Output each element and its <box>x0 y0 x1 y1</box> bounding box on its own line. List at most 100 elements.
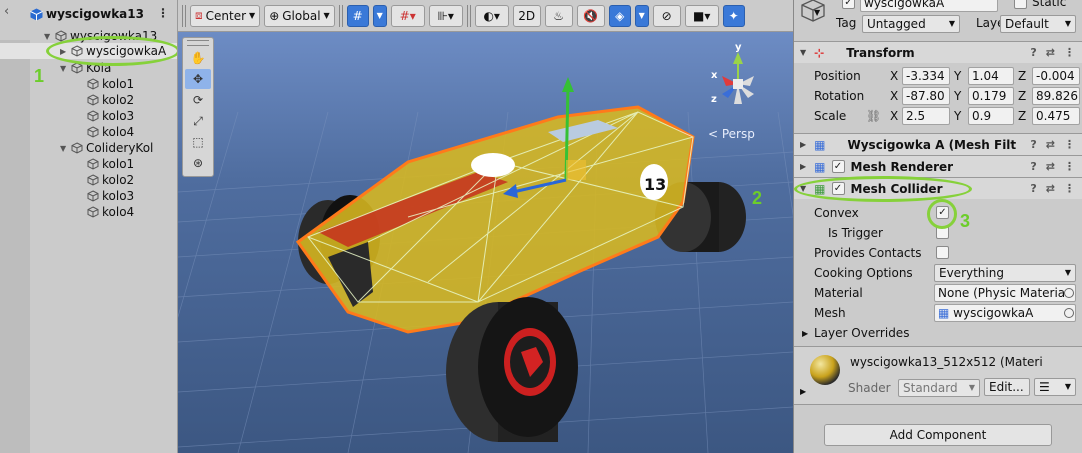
scale-z-field[interactable]: 0.475 <box>1032 107 1080 125</box>
scene-viewport[interactable]: 13 ✋ ✥ ⟳ ⤢ ⬚ ⊛ y x z < Persp <box>178 32 793 453</box>
presets-icon[interactable]: ⇄ <box>1046 46 1055 59</box>
rotation-y-field[interactable]: 0.179 <box>968 87 1014 105</box>
help-icon[interactable]: ? <box>1030 160 1036 173</box>
scene-view: ⧈ Center ▼ ⊕ Global ▼ # ▼ #▾ ⊪▾ ◐▾ 2D ♨ … <box>178 0 793 453</box>
kebab-menu-icon[interactable]: ⋮ <box>1064 46 1075 59</box>
audio-button[interactable]: 🔇 <box>576 4 605 27</box>
hierarchy-item[interactable]: ▼ ColideryKol <box>60 140 153 156</box>
provides-contacts-checkbox[interactable] <box>936 246 949 259</box>
draw-mode-button[interactable]: ◐▾ <box>474 4 509 27</box>
fold-arrow-icon[interactable]: ▶ <box>802 329 808 338</box>
scale-y-field[interactable]: 0.9 <box>968 107 1014 125</box>
expand-arrow-icon[interactable]: ▼ <box>44 32 52 41</box>
scale-x-field[interactable]: 2.5 <box>902 107 950 125</box>
transform-tool-button[interactable]: ⊛ <box>185 153 211 173</box>
mesh-filter-title: Wyscigowka A (Mesh Filt <box>847 137 1017 152</box>
kebab-menu-icon[interactable]: ⋮ <box>157 6 169 20</box>
static-checkbox[interactable] <box>1014 0 1027 9</box>
back-arrow-icon[interactable]: ‹ <box>4 4 9 19</box>
add-component-button[interactable]: Add Component <box>824 424 1052 446</box>
cube-icon <box>87 206 99 218</box>
expand-arrow-icon[interactable]: ▼ <box>60 144 68 153</box>
hand-tool-button[interactable]: ✋ <box>185 48 211 68</box>
move-tool-button[interactable]: ✥ <box>185 69 211 89</box>
fold-arrow-icon[interactable]: ▶ <box>800 387 806 396</box>
lighting-button[interactable]: ♨ <box>544 4 573 27</box>
object-picker-icon[interactable] <box>1064 288 1074 298</box>
help-icon[interactable]: ? <box>1030 46 1036 59</box>
visibility-button[interactable]: ⊘ <box>652 4 681 27</box>
expand-arrow-icon[interactable]: ▼ <box>60 64 68 73</box>
space-dropdown[interactable]: ⊕ Global ▼ <box>264 4 335 27</box>
hierarchy-item[interactable]: kolo3 <box>87 188 134 204</box>
convex-label: Convex <box>814 206 859 220</box>
link-icon[interactable]: ⛓ <box>866 109 881 123</box>
persp-label[interactable]: < Persp <box>708 127 755 141</box>
help-icon[interactable]: ? <box>1030 138 1036 151</box>
material-value: None (Physic Materia <box>938 286 1066 300</box>
object-name-field[interactable]: wyscigowkaA <box>860 0 998 12</box>
scene-root-row[interactable]: wyscigowka13 <box>30 4 144 24</box>
effects-button[interactable]: ◈ <box>608 4 631 27</box>
mesh-label: Mesh <box>814 306 846 320</box>
toggle-2d-button[interactable]: 2D <box>512 4 541 27</box>
scale-tool-button[interactable]: ⤢ <box>185 111 211 131</box>
presets-icon[interactable]: ⇄ <box>1046 160 1055 173</box>
transform-header[interactable]: ▼ ⊹ Transform ? ⇄ ⋮ <box>794 41 1082 63</box>
rect-tool-button[interactable]: ⬚ <box>185 132 211 152</box>
kebab-menu-icon[interactable]: ⋮ <box>1064 160 1075 173</box>
wheel-front-left <box>446 297 578 442</box>
grid-snap-dropdown[interactable]: ▼ <box>372 4 387 27</box>
ruler-snap-button[interactable]: ⊪▾ <box>428 4 463 27</box>
presets-icon[interactable]: ⇄ <box>1046 138 1055 151</box>
position-x-field[interactable]: -3.334 <box>902 67 950 85</box>
hierarchy-item[interactable]: kolo2 <box>87 92 134 108</box>
tag-dropdown[interactable]: Untagged ▼ <box>862 15 960 33</box>
mesh-filter-header[interactable]: ▶ ▦ Wyscigowka A (Mesh Filt ? ⇄ ⋮ <box>794 133 1082 155</box>
material-options-dropdown[interactable]: ☰ ▼ <box>1034 378 1076 396</box>
kebab-menu-icon[interactable]: ⋮ <box>1064 182 1075 195</box>
hierarchy-item[interactable]: kolo2 <box>87 172 134 188</box>
cooking-options-dropdown[interactable]: Everything ▼ <box>934 264 1076 282</box>
shader-dropdown[interactable]: Standard ▼ <box>898 379 980 397</box>
mesh-field[interactable]: ▦ wyscigowkaA <box>934 304 1076 322</box>
position-y-field[interactable]: 1.04 <box>968 67 1014 85</box>
grid-snap-button[interactable]: # <box>346 4 369 27</box>
hierarchy-item[interactable]: kolo4 <box>87 204 134 220</box>
kebab-menu-icon[interactable]: ⋮ <box>1064 138 1075 151</box>
hierarchy-item-label: kolo3 <box>102 189 135 203</box>
hierarchy-item[interactable]: kolo1 <box>87 76 134 92</box>
edit-shader-button[interactable]: Edit... <box>984 378 1030 396</box>
hierarchy-item[interactable]: kolo3 <box>87 108 134 124</box>
active-checkbox[interactable]: ✓ <box>842 0 855 9</box>
presets-icon[interactable]: ⇄ <box>1046 182 1055 195</box>
layer-overrides-label[interactable]: Layer Overrides <box>814 326 909 340</box>
mesh-renderer-header[interactable]: ▶ ▦ ✓ Mesh Renderer ? ⇄ ⋮ <box>794 155 1082 177</box>
add-component-area: Add Component <box>794 404 1082 453</box>
tool-palette: ✋ ✥ ⟳ ⤢ ⬚ ⊛ <box>182 37 214 177</box>
hierarchy-item-label: kolo2 <box>102 93 135 107</box>
help-icon[interactable]: ? <box>1030 182 1036 195</box>
material-section: wyscigowka13_512x512 (Materi Shader Stan… <box>794 346 1082 404</box>
rotate-tool-button[interactable]: ⟳ <box>185 90 211 110</box>
rotation-x-field[interactable]: -87.80 <box>902 87 950 105</box>
pivot-dropdown[interactable]: ⧈ Center ▼ <box>190 4 261 27</box>
object-picker-icon[interactable] <box>1064 308 1074 318</box>
camera-button[interactable]: ■▾ <box>684 4 719 27</box>
orientation-gizmo[interactable]: y x z <box>698 42 778 122</box>
effects-dropdown[interactable]: ▼ <box>634 4 649 27</box>
car-number-text: 13 <box>644 175 666 194</box>
hierarchy-item[interactable]: kolo1 <box>87 156 134 172</box>
rotation-z-field[interactable]: 89.826 <box>1032 87 1080 105</box>
cube-icon <box>87 174 99 186</box>
mesh-renderer-enabled-checkbox[interactable]: ✓ <box>831 160 845 173</box>
material-field[interactable]: None (Physic Materia <box>934 284 1076 302</box>
tool-palette-grip[interactable] <box>187 40 209 46</box>
chevron-down-icon[interactable]: ▼ <box>814 8 820 17</box>
hierarchy-item[interactable]: kolo4 <box>87 124 134 140</box>
snap-increment-button[interactable]: #▾ <box>390 4 425 27</box>
position-z-field[interactable]: -0.004 <box>1032 67 1080 85</box>
rect-transform-icon: ⬚ <box>192 135 204 149</box>
gizmos-button[interactable]: ✦ <box>722 4 745 27</box>
layer-dropdown[interactable]: Default ▼ <box>1000 15 1076 33</box>
